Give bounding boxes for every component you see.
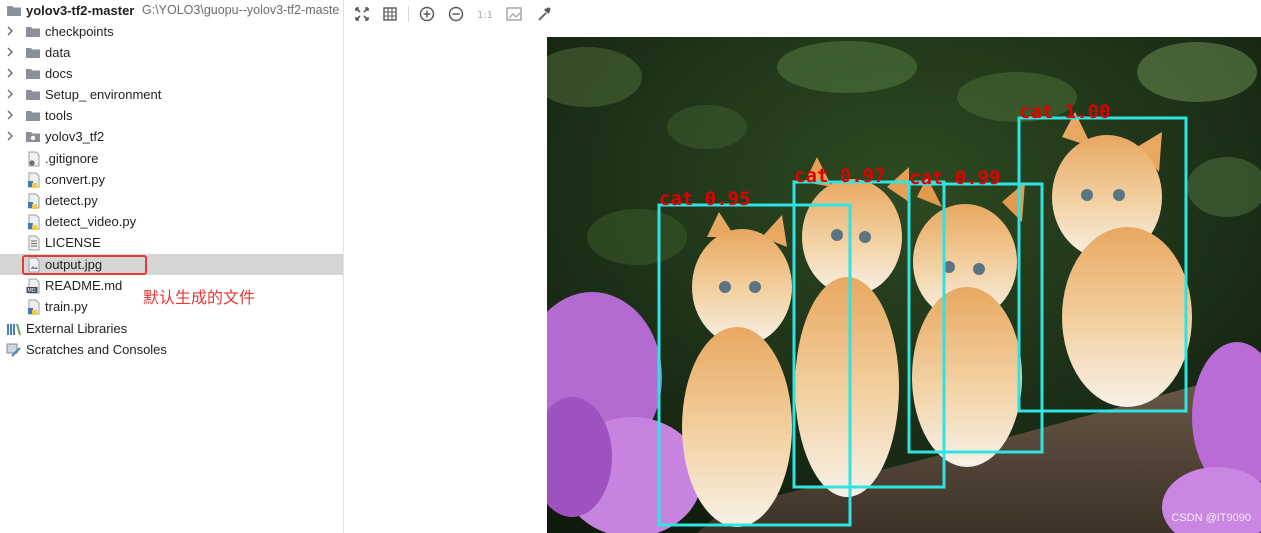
detection-label: cat 0.99 — [909, 167, 1001, 189]
tree-item-label: Setup_ environment — [45, 87, 162, 102]
text-file-icon — [28, 235, 40, 251]
color-picker-icon[interactable] — [535, 5, 553, 23]
svg-text:1:1: 1:1 — [477, 10, 493, 21]
tree-file-gitignore[interactable]: .gitignore — [0, 148, 343, 169]
tree-item-label: detect_video.py — [45, 214, 137, 229]
folder-icon — [26, 48, 40, 58]
tree-item-label: checkpoints — [45, 24, 114, 39]
detection-label: cat 0.97 — [794, 165, 886, 187]
tree-item-label: data — [45, 45, 71, 60]
toolbar-separator — [408, 6, 409, 22]
package-folder-icon — [26, 132, 40, 142]
tree-item-label: detect.py — [45, 193, 98, 208]
tree-folder-setup-environment[interactable]: Setup_ environment — [0, 84, 343, 105]
highlight-box — [22, 255, 147, 275]
tree-item-label: yolov3_tf2 — [45, 129, 105, 144]
chevron-right-icon[interactable] — [4, 109, 16, 121]
markdown-file-icon: MD — [26, 278, 40, 294]
python-file-icon — [28, 193, 40, 209]
tree-folder-docs[interactable]: docs — [0, 63, 343, 84]
chevron-right-icon[interactable] — [4, 88, 16, 100]
tree-file-detect-py[interactable]: detect.py — [0, 190, 343, 211]
python-file-icon — [28, 172, 40, 188]
tree-item-label: train.py — [45, 299, 88, 314]
text-file-icon — [28, 151, 40, 167]
annotation-text: 默认生成的文件 — [143, 288, 256, 307]
python-file-icon — [28, 299, 40, 315]
zoom-out-icon[interactable] — [447, 5, 465, 23]
folder-icon — [26, 27, 40, 37]
detection-label: cat 0.95 — [659, 188, 751, 210]
folder-icon — [26, 69, 40, 79]
python-file-icon — [28, 214, 40, 230]
image-viewer: 1:1 cat 0.95 cat 0.97 cat 0.99 cat 1.00 … — [344, 0, 1261, 533]
detection-label: cat 1.00 — [1019, 101, 1111, 123]
tree-item-label: External Libraries — [26, 321, 128, 336]
tree-scratches-consoles[interactable]: Scratches and Consoles — [0, 339, 343, 360]
project-path: G:\YOLO3\guopu--yolov3-tf2-maste — [142, 3, 340, 17]
grid-icon[interactable] — [381, 5, 399, 23]
kitten-1 — [682, 212, 792, 527]
tree-file-detect-video-py[interactable]: detect_video.py — [0, 211, 343, 232]
chevron-right-icon[interactable] — [4, 25, 16, 37]
tree-item-label: README.md — [45, 278, 123, 293]
project-tree-panel: yolov3-tf2-master G:\YOLO3\guopu--yolov3… — [0, 0, 344, 533]
tree-item-label: docs — [45, 66, 73, 81]
tree-item-label: LICENSE — [45, 235, 101, 250]
chevron-right-icon[interactable] — [4, 67, 16, 79]
tree-item-label: Scratches and Consoles — [26, 342, 167, 357]
chevron-right-icon[interactable] — [4, 130, 16, 142]
tree-folder-checkpoints[interactable]: checkpoints — [0, 21, 343, 42]
tree-item-label: convert.py — [45, 172, 105, 187]
project-name: yolov3-tf2-master — [26, 3, 135, 18]
fit-zoom-icon[interactable] — [353, 5, 371, 23]
folder-icon — [7, 6, 21, 16]
tree-item-label: .gitignore — [45, 151, 99, 166]
watermark: CSDN @IT9090 — [1171, 512, 1251, 524]
tree-external-libraries[interactable]: External Libraries — [0, 318, 343, 339]
folder-icon — [26, 111, 40, 121]
scratches-icon — [6, 343, 21, 357]
tree-item-label: tools — [45, 108, 73, 123]
output-image: cat 0.95 cat 0.97 cat 0.99 cat 1.00 — [547, 37, 1261, 533]
tree-folder-tools[interactable]: tools — [0, 105, 343, 126]
tree-file-convert-py[interactable]: convert.py — [0, 169, 343, 190]
tree-file-license[interactable]: LICENSE — [0, 232, 343, 253]
folder-icon — [26, 90, 40, 100]
actual-size-icon[interactable]: 1:1 — [476, 5, 494, 23]
tree-root[interactable]: yolov3-tf2-master G:\YOLO3\guopu--yolov3… — [0, 0, 343, 21]
library-icon — [7, 323, 21, 336]
viewer-toolbar: 1:1 — [344, 0, 1261, 28]
zoom-in-icon[interactable] — [418, 5, 436, 23]
chevron-right-icon[interactable] — [4, 46, 16, 58]
svg-text:MD: MD — [28, 288, 36, 294]
background-toggle-icon[interactable] — [505, 5, 523, 23]
tree-folder-data[interactable]: data — [0, 42, 343, 63]
tree-folder-yolov3-tf2[interactable]: yolov3_tf2 — [0, 126, 343, 147]
